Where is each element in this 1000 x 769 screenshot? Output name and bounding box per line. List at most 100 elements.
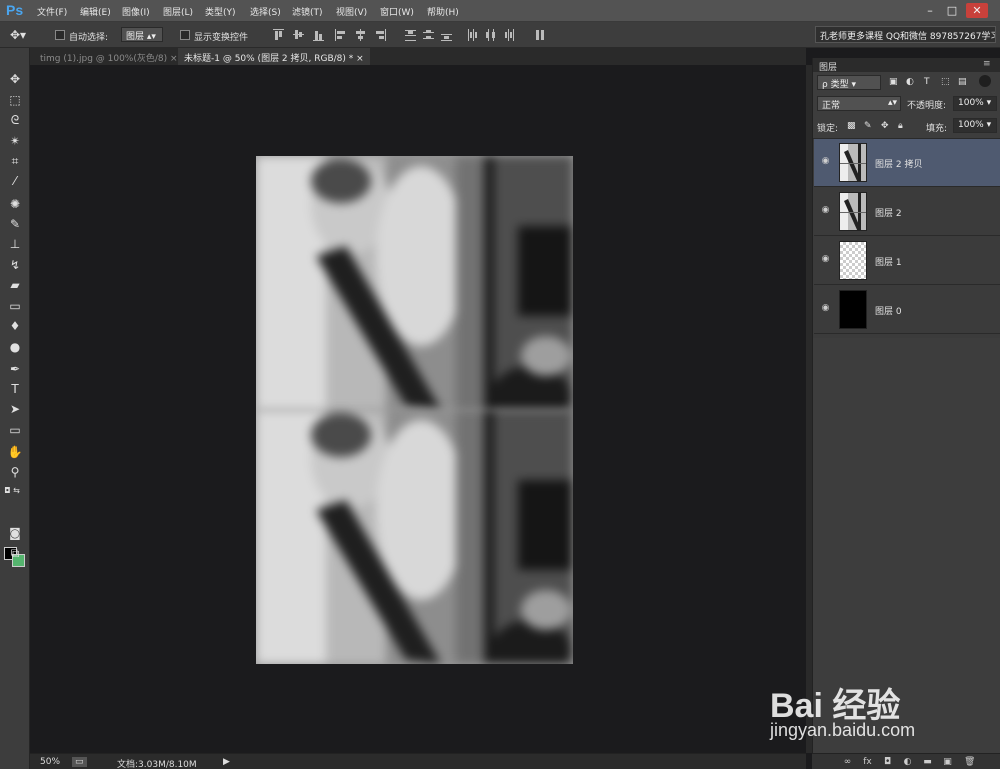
rectangle-tool-icon[interactable]: ▭	[5, 421, 25, 439]
distribute-bottom-icon[interactable]	[441, 29, 452, 41]
align-top-icon[interactable]	[273, 29, 284, 41]
eye-icon[interactable]: ◉	[820, 156, 831, 167]
layer-row-0[interactable]: ◉ 图层 0	[814, 286, 1000, 334]
lock-image-icon[interactable]: ✎	[864, 121, 872, 131]
blur-tool-icon[interactable]: ♦	[5, 317, 25, 335]
minimize-button[interactable]: –	[921, 3, 939, 18]
filter-toggle-icon[interactable]	[979, 75, 991, 87]
brush-tool-icon[interactable]: ✎	[5, 215, 25, 233]
menu-window[interactable]: 窗口(W)	[380, 5, 414, 18]
lock-label: 锁定:	[817, 124, 839, 134]
image-copy-top	[256, 156, 573, 410]
auto-select-checkbox[interactable]	[55, 30, 65, 40]
zoom-tool-icon[interactable]: ⚲	[5, 463, 25, 481]
show-transform-label: 显示变换控件	[194, 33, 249, 43]
layer-row-2-copy[interactable]: ◉ 图层 2 拷贝	[814, 139, 1000, 187]
menu-bar: Ps 文件(F) 编辑(E) 图像(I) 图层(L) 类型(Y) 选择(S) 滤…	[0, 0, 1000, 22]
eye-icon[interactable]: ◉	[820, 205, 831, 216]
distribute-hcenter-icon[interactable]	[485, 29, 496, 41]
eye-icon[interactable]: ◉	[820, 254, 831, 265]
close-tab-icon[interactable]: ×	[170, 54, 178, 64]
healing-brush-tool-icon[interactable]: ✺	[5, 195, 25, 213]
quick-mask-icon[interactable]: ◙	[5, 524, 25, 542]
stamp-tool-icon[interactable]: ⊥	[5, 235, 25, 253]
workspace-dropdown[interactable]: 孔老师更多课程 QQ和微信 897857267学习	[815, 26, 996, 43]
filter-shape-icon[interactable]: ⬚	[941, 77, 950, 87]
align-hcenter-icon[interactable]	[355, 29, 366, 41]
move-tool-icon[interactable]: ✥▾	[10, 28, 26, 42]
menu-filter[interactable]: 滤镜(T)	[292, 5, 323, 18]
layer-row-1[interactable]: ◉ 图层 1	[814, 237, 1000, 285]
dodge-tool-icon[interactable]: ●	[5, 338, 25, 356]
layer-name: 图层 1	[875, 258, 902, 268]
magic-wand-tool-icon[interactable]: ✴	[5, 132, 25, 150]
close-tab-icon[interactable]: ×	[356, 54, 364, 64]
fill-value: 100%	[958, 120, 984, 130]
tab-timg[interactable]: timg (1).jpg @ 100%(灰色/8) ×	[34, 48, 184, 65]
lasso-tool-icon[interactable]: ᘓ	[5, 111, 25, 129]
distribute-vcenter-icon[interactable]	[423, 29, 434, 41]
lock-position-icon[interactable]: ✥	[881, 121, 889, 131]
hand-tool-icon[interactable]: ✋	[5, 443, 25, 461]
lock-transparent-icon[interactable]: ▩	[847, 121, 856, 131]
layers-list: ◉ 图层 2 拷贝 ◉ 图层 2 ◉ 图层 1 ◉ 图层 0	[813, 138, 1000, 338]
crop-tool-icon[interactable]: ⌗	[5, 152, 25, 170]
menu-edit[interactable]: 编辑(E)	[80, 5, 111, 18]
filter-adjustment-icon[interactable]: ◐	[906, 77, 914, 87]
menu-type[interactable]: 类型(Y)	[205, 5, 236, 18]
gradient-tool-icon[interactable]: ▭	[5, 297, 25, 315]
document-size: 文档:3.03M/8.10M	[117, 760, 197, 769]
eyedropper-tool-icon[interactable]: ⁄	[5, 172, 25, 190]
filter-row: ρ 类型 ▾ ▣ ◐ T ⬚ ▤	[813, 74, 1000, 92]
close-window-button[interactable]: ✕	[966, 3, 988, 18]
status-arrow-icon[interactable]: ▶	[223, 757, 230, 767]
align-bottom-icon[interactable]	[313, 29, 324, 41]
menu-image[interactable]: 图像(I)	[122, 5, 150, 18]
move-tool-icon[interactable]: ✥	[5, 70, 25, 88]
menu-layer[interactable]: 图层(L)	[163, 5, 193, 18]
maximize-button[interactable]: □	[943, 3, 961, 18]
distribute-top-icon[interactable]	[405, 29, 416, 41]
filter-pixel-icon[interactable]: ▣	[889, 77, 898, 87]
align-left-icon[interactable]	[335, 29, 346, 41]
menu-help[interactable]: 帮助(H)	[427, 5, 459, 18]
screen-mode-icon[interactable]: ⧉	[5, 544, 25, 562]
image-copy-bottom	[256, 410, 573, 664]
document-canvas-image[interactable]	[256, 156, 573, 664]
fill-field[interactable]: 100% ▾	[953, 118, 997, 133]
menu-file[interactable]: 文件(F)	[37, 5, 67, 18]
photoshop-logo: Ps	[6, 2, 24, 18]
distribute-left-icon[interactable]	[467, 29, 478, 41]
eye-icon[interactable]: ◉	[820, 303, 831, 314]
type-tool-icon[interactable]: T	[5, 380, 25, 398]
panel-title[interactable]: 图层	[819, 60, 837, 73]
zoom-level[interactable]: 50%	[40, 757, 60, 767]
delete-layer-icon[interactable]: 🗑︎	[964, 757, 975, 767]
eraser-tool-icon[interactable]: ▰	[5, 276, 25, 294]
opacity-value: 100%	[958, 98, 984, 108]
layer-row-2[interactable]: ◉ 图层 2	[814, 188, 1000, 236]
panel-menu-icon[interactable]: ≡	[983, 59, 991, 69]
filter-type-icon[interactable]: T	[924, 77, 930, 87]
marquee-tool-icon[interactable]: ⬚	[5, 91, 25, 109]
path-selection-tool-icon[interactable]: ➤	[5, 400, 25, 418]
layer-name: 图层 0	[875, 307, 902, 317]
history-brush-tool-icon[interactable]: ↯	[5, 256, 25, 274]
align-right-icon[interactable]	[375, 29, 386, 41]
distribute-right-icon[interactable]	[503, 29, 514, 41]
pen-tool-icon[interactable]: ✒	[5, 360, 25, 378]
lock-all-icon[interactable]: 🔒︎	[898, 121, 903, 131]
default-colors-icon[interactable]: ◘ ⇆	[2, 482, 22, 500]
auto-select-dropdown[interactable]: 图层 ▴▾	[121, 27, 163, 42]
filter-smart-icon[interactable]: ▤	[958, 77, 967, 87]
auto-align-icon[interactable]	[535, 29, 546, 41]
blend-mode-dropdown[interactable]: 正常 ▴▾	[817, 96, 901, 111]
show-transform-checkbox[interactable]	[180, 30, 190, 40]
tab-untitled[interactable]: 未标题-1 @ 50% (图层 2 拷贝, RGB/8) * ×	[178, 48, 370, 65]
status-menu-icon[interactable]: ▭	[72, 757, 87, 767]
filter-type-dropdown[interactable]: ρ 类型 ▾	[817, 75, 881, 90]
align-vcenter-icon[interactable]	[293, 29, 304, 41]
menu-select[interactable]: 选择(S)	[250, 5, 281, 18]
menu-view[interactable]: 视图(V)	[336, 5, 367, 18]
opacity-field[interactable]: 100% ▾	[953, 96, 997, 111]
